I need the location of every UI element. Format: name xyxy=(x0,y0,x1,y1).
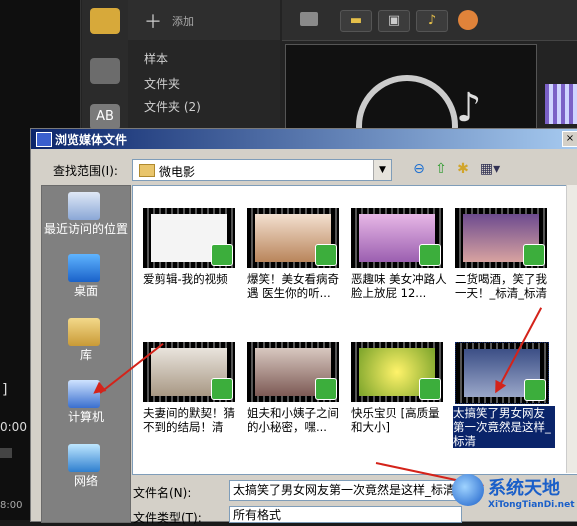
title-tool-icon[interactable]: AB xyxy=(90,104,120,130)
timeline-time-text: 0:00 xyxy=(0,420,27,434)
video-badge-icon xyxy=(211,378,233,400)
image-icon[interactable]: ▣ xyxy=(378,10,410,32)
library-item[interactable]: 文件夹 xyxy=(144,75,180,92)
file-thumbnail[interactable] xyxy=(247,342,339,402)
film-icon[interactable]: ▬ xyxy=(340,10,372,32)
file-thumbnail[interactable] xyxy=(143,342,235,402)
network-icon xyxy=(68,444,100,472)
video-badge-icon xyxy=(523,244,545,266)
video-badge-icon xyxy=(211,244,233,266)
file-name-label: 文件名(N): xyxy=(133,486,192,500)
recent-places-icon xyxy=(68,192,100,220)
place-label: 计算机 xyxy=(67,410,104,424)
transition-tool-icon[interactable] xyxy=(90,58,120,84)
file-thumbnail[interactable] xyxy=(351,208,443,268)
file-list: 爱剪辑-我的视频 爆笑！美女看病奇遇 医生你的听... 恶趣味 美女冲路人脸上放… xyxy=(132,185,577,475)
file-type-label: 文件类型(T): xyxy=(133,511,202,525)
folder-icon[interactable] xyxy=(300,12,318,26)
library-icon xyxy=(68,318,100,346)
dialog-title-bar[interactable]: 浏览媒体文件 × xyxy=(31,129,577,149)
watermark-subtitle: XiTongTianDi.net xyxy=(488,500,575,510)
close-button[interactable]: × xyxy=(562,131,577,147)
music-icon[interactable]: ♪ xyxy=(416,10,448,32)
file-thumbnail-selected[interactable] xyxy=(455,342,549,404)
view-menu-button[interactable]: ▦▾ xyxy=(477,160,503,178)
timeline-time-text-2: 8:00 xyxy=(0,500,23,511)
watermark-title: 系统天地 xyxy=(488,478,560,499)
look-in-label: 查找范围(I): xyxy=(53,164,118,178)
video-badge-icon xyxy=(315,244,337,266)
media-toolbar: ▬ ▣ ♪ xyxy=(282,0,577,41)
file-name[interactable]: 爆笑！美女看病奇遇 医生你的听... xyxy=(247,272,347,300)
look-in-value: 微电影 xyxy=(159,165,196,179)
library-item[interactable]: 样本 xyxy=(144,50,168,67)
up-folder-button[interactable]: ⇧ xyxy=(431,160,451,178)
file-thumbnail[interactable] xyxy=(247,208,339,268)
library-toolbar: ＋ 添加 xyxy=(128,0,280,41)
file-name[interactable]: 快乐宝贝 [高质量和大小] xyxy=(351,406,451,434)
dialog-app-icon xyxy=(36,132,52,147)
place-label: 最近访问的位置 xyxy=(43,222,128,236)
add-label[interactable]: 添加 xyxy=(172,13,194,29)
places-bar: 最近访问的位置 桌面 库 计算机 网络 xyxy=(41,185,131,523)
video-badge-icon xyxy=(419,244,441,266)
library-list: 样本 文件夹 文件夹 (2) xyxy=(128,40,280,130)
video-badge-icon xyxy=(524,379,546,401)
file-thumbnail[interactable] xyxy=(455,208,547,268)
music-note-icon: ♪ xyxy=(456,85,482,131)
chevron-down-icon[interactable]: ▼ xyxy=(373,160,391,180)
desktop-icon xyxy=(68,254,100,282)
watermark-logo-icon xyxy=(452,474,484,506)
file-name-selected[interactable]: 太搞笑了男女网友第一次竟然是这样_标清 xyxy=(453,406,555,448)
video-badge-icon xyxy=(315,378,337,400)
folder-icon xyxy=(139,164,155,177)
add-icon[interactable]: ＋ xyxy=(144,8,162,34)
thumbnail-strip xyxy=(545,84,577,124)
place-label: 库 xyxy=(79,348,92,362)
file-thumbnail[interactable] xyxy=(351,342,443,402)
back-button[interactable]: ⊖ xyxy=(409,160,429,178)
file-name[interactable]: 夫妻间的默契！猜不到的结局！清 xyxy=(143,406,243,434)
media-preview: ♪ xyxy=(285,44,537,177)
file-name[interactable]: 爱剪辑-我的视频 xyxy=(143,272,243,286)
effect-icon[interactable] xyxy=(458,10,478,30)
tool-strip: AB xyxy=(82,0,128,130)
place-label: 桌面 xyxy=(73,284,98,298)
file-list-scrollbar[interactable] xyxy=(566,185,577,473)
library-item[interactable]: 文件夹 (2) xyxy=(144,98,201,115)
timeline-bracket-text: ] xyxy=(2,382,8,398)
file-thumbnail[interactable] xyxy=(143,208,235,268)
dialog-title: 浏览媒体文件 xyxy=(55,133,128,147)
look-in-dropdown[interactable]: 微电影 ▼ xyxy=(132,159,392,181)
file-name[interactable]: 恶趣味 美女冲路人脸上放屁 12... xyxy=(351,272,451,300)
media-tool-icon[interactable] xyxy=(90,8,120,34)
file-name-input[interactable]: 太搞笑了男女网友第一次竟然是这样_标清 xyxy=(229,480,462,501)
site-watermark: 系统天地 XiTongTianDi.net xyxy=(448,470,577,520)
file-name[interactable]: 姐夫和小姨子之间的小秘密，嘿... xyxy=(247,406,347,434)
place-label: 网络 xyxy=(73,474,98,488)
browse-media-dialog: 浏览媒体文件 × 查找范围(I): 微电影 ▼ ⊖ ⇧ ✱ ▦▾ 最近访问的位置… xyxy=(30,128,577,525)
new-folder-button[interactable]: ✱ xyxy=(453,160,473,178)
timeline-marker xyxy=(0,448,12,458)
file-type-dropdown[interactable]: 所有格式 xyxy=(229,506,462,523)
file-name[interactable]: 二货喝酒，笑了我一天！_标清_标清 xyxy=(455,272,555,300)
video-badge-icon xyxy=(419,378,441,400)
